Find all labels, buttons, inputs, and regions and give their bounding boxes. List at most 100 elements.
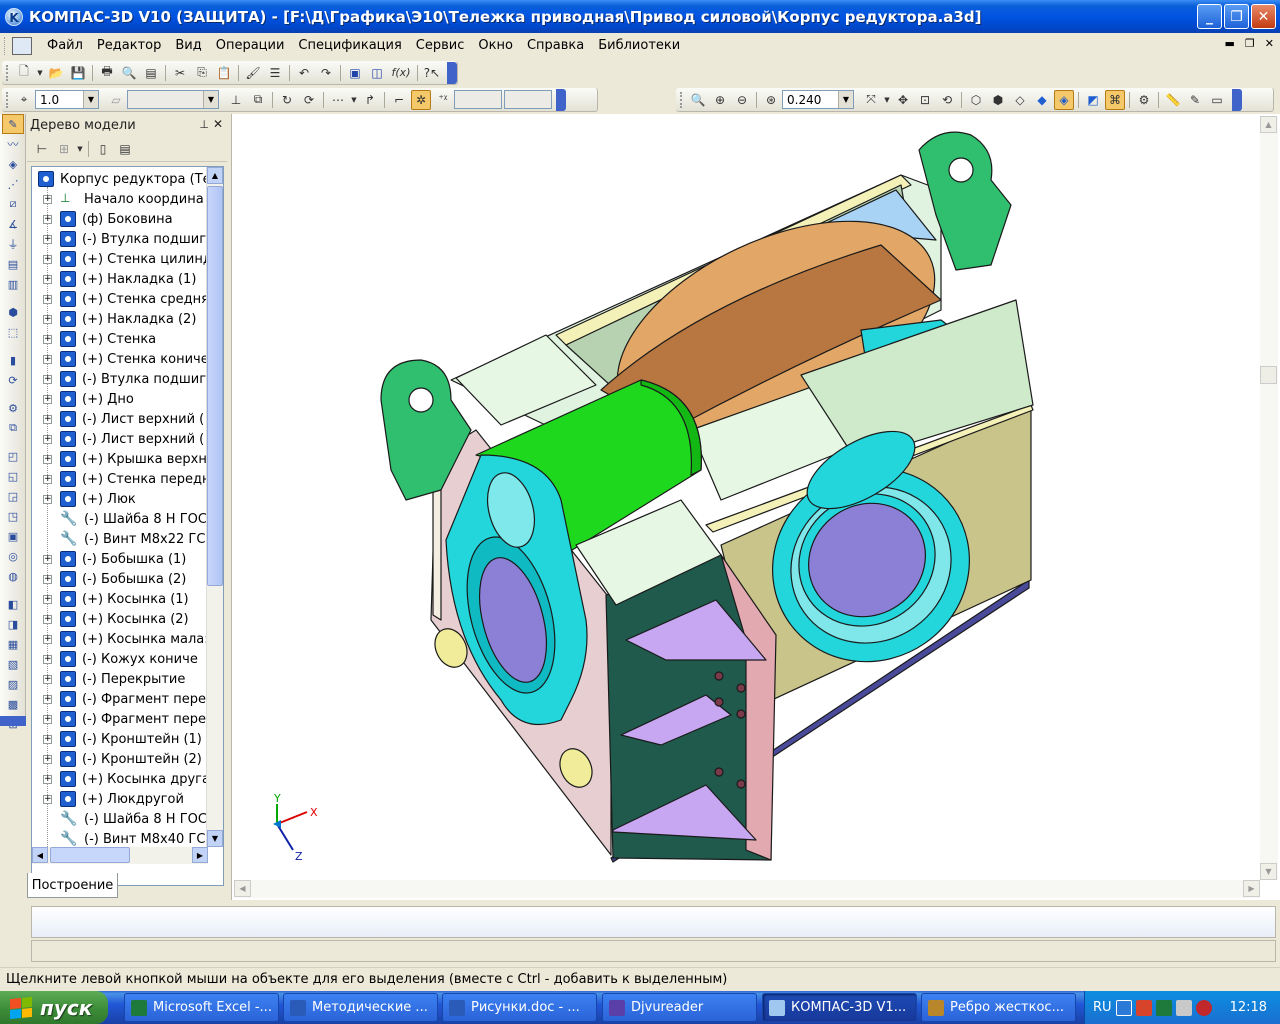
tree-item[interactable]: + (ф) Боковина	[43, 209, 173, 229]
dropdown-arrow-icon[interactable]: ▼	[883, 90, 891, 110]
tree-item[interactable]: + (+) Косынка (2)	[43, 609, 189, 629]
menu-help[interactable]: Справка	[520, 36, 591, 55]
dropdown-arrow-icon[interactable]: ▼	[350, 90, 358, 110]
rotate-view-icon[interactable]: ⟲	[937, 90, 957, 110]
expand-icon[interactable]: +	[43, 494, 52, 504]
tree-item[interactable]: + (-) Лист верхний (	[43, 409, 204, 429]
tree-item[interactable]: + (-) Фрагмент пере	[43, 689, 206, 709]
toolbar-grip[interactable]	[680, 91, 683, 108]
toolbar-options-handle[interactable]	[0, 716, 26, 726]
expand-icon[interactable]: +	[43, 734, 52, 744]
save-icon[interactable]: 💾	[68, 63, 88, 83]
select-filter-icon[interactable]: ⌘	[1105, 89, 1125, 110]
expand-icon[interactable]: +	[43, 754, 52, 764]
snap-icon[interactable]: ✲	[411, 89, 431, 110]
menu-grip[interactable]	[4, 36, 8, 55]
list-icon[interactable]: ☰	[265, 63, 285, 83]
expand-icon[interactable]: +	[43, 394, 52, 404]
coord-x-field[interactable]	[454, 90, 502, 109]
doc-minimize-button[interactable]: ▬	[1225, 37, 1235, 50]
extrude-icon[interactable]: ▮	[2, 350, 24, 370]
toolbar-options-handle[interactable]	[447, 61, 457, 84]
scroll-down-icon[interactable]: ▼	[1260, 863, 1277, 880]
taskbar-button[interactable]: Рисунки.doc - ...	[442, 993, 597, 1022]
shell-icon[interactable]: ◰	[2, 446, 24, 466]
model-viewport[interactable]: X Y Z ▲ ▼ ◀ ▶	[231, 114, 1280, 900]
chevron-down-icon[interactable]: ▼	[83, 91, 98, 108]
pattern-icon[interactable]: ▦	[2, 634, 24, 654]
layer-combo[interactable]: ▼	[127, 90, 219, 109]
tree-item[interactable]: + (+) Дно	[43, 389, 134, 409]
tree-order-icon[interactable]: ⊢	[32, 139, 52, 159]
tree-item[interactable]: + (-) Кожух кониче	[43, 649, 198, 669]
expand-icon[interactable]: +	[43, 614, 52, 624]
gearbox-housing-model[interactable]: X Y Z	[232, 114, 1280, 900]
open-folder-icon[interactable]: 📂	[46, 63, 66, 83]
chamfer-icon[interactable]: ▣	[2, 526, 24, 546]
ortho-mode-icon[interactable]: ⌐	[389, 90, 409, 110]
tree-item[interactable]: + (+) Косынка (1)	[43, 589, 189, 609]
ortho-icon[interactable]: ↱	[360, 90, 380, 110]
scroll-right-icon[interactable]: ▶	[192, 847, 208, 863]
doc-close-button[interactable]: ✕	[1265, 37, 1274, 50]
section-icon[interactable]: ◧	[2, 594, 24, 614]
cube-icon[interactable]: ◱	[2, 466, 24, 486]
coord-y-field[interactable]	[504, 90, 552, 109]
tree-item[interactable]: + (-) Бобышка (1)	[43, 549, 186, 569]
expand-icon[interactable]: +	[43, 314, 52, 324]
help-tray-icon[interactable]	[1115, 999, 1132, 1016]
expand-icon[interactable]: +	[43, 374, 52, 384]
expand-icon[interactable]: +	[43, 634, 52, 644]
zoom-scale-icon[interactable]: ⊛	[761, 90, 781, 110]
new-document-icon[interactable]: 🗋	[14, 63, 34, 83]
expand-icon[interactable]: +	[43, 454, 52, 464]
expand-icon[interactable]: +	[43, 654, 52, 664]
assembly-icon[interactable]: ⚙	[2, 398, 24, 418]
tree-item[interactable]: + (+) Косынка мала:	[43, 629, 209, 649]
surfaces-icon[interactable]: ◈	[2, 154, 24, 174]
expand-icon[interactable]: +	[43, 334, 52, 344]
tree-item[interactable]: 🔧 (-) Винт М8х40 ГС	[43, 829, 205, 849]
toolbar-grip[interactable]	[6, 91, 9, 108]
hole-icon[interactable]: ◎	[2, 546, 24, 566]
menu-libraries[interactable]: Библиотеки	[591, 36, 687, 55]
taskbar-button[interactable]: Microsoft Excel -...	[124, 993, 279, 1022]
rib-icon[interactable]: ◍	[2, 566, 24, 586]
menu-service[interactable]: Сервис	[409, 36, 472, 55]
monitor-icon[interactable]: ▭	[1207, 90, 1227, 110]
expand-icon[interactable]: +	[43, 234, 52, 244]
tree-item[interactable]: + ⊥ Начало координа	[43, 189, 204, 209]
scroll-thumb[interactable]	[207, 186, 223, 586]
insert-icon[interactable]: ▨	[2, 674, 24, 694]
context-help-icon[interactable]: ?↖	[422, 63, 442, 83]
taskbar-button[interactable]: Djvureader	[602, 993, 757, 1022]
rotate-body-icon[interactable]: ⟳	[2, 370, 24, 390]
measure-icon[interactable]: 📏	[1163, 90, 1183, 110]
expand-icon[interactable]: +	[43, 674, 52, 684]
expand-icon[interactable]: +	[43, 414, 52, 424]
toolbar-grip[interactable]	[6, 64, 9, 81]
scroll-thumb[interactable]	[1260, 366, 1277, 384]
mate-icon[interactable]: ⧉	[2, 418, 24, 438]
cube-cut-icon[interactable]: ◲	[2, 486, 24, 506]
curves-icon[interactable]: 〰	[2, 134, 24, 154]
expand-icon[interactable]: +	[43, 254, 52, 264]
clock[interactable]: 12:18	[1230, 1000, 1267, 1015]
minimize-button[interactable]: _	[1197, 4, 1222, 29]
shaded-icon[interactable]: ◆	[1032, 90, 1052, 110]
security-tray-icon[interactable]	[1135, 999, 1152, 1016]
orientation-icon[interactable]: ↻	[277, 90, 297, 110]
dropdown-arrow-icon[interactable]: ▼	[76, 139, 84, 159]
network-tray-icon[interactable]	[1175, 999, 1192, 1016]
reports-icon[interactable]: ▥	[2, 274, 24, 294]
expand-icon[interactable]: +	[43, 474, 52, 484]
paste-icon[interactable]: 📋	[214, 63, 234, 83]
variables-button[interactable]: f(x)	[389, 63, 413, 83]
chevron-down-icon[interactable]: ▼	[838, 91, 853, 108]
expand-icon[interactable]: +	[43, 434, 52, 444]
taskbar-button[interactable]: Методические ...	[283, 993, 438, 1022]
viewport-horizontal-scrollbar[interactable]: ◀ ▶	[234, 880, 1260, 898]
fillet-icon[interactable]: ◳	[2, 506, 24, 526]
start-button[interactable]: пуск	[0, 991, 108, 1024]
print-icon[interactable]: 🖶	[97, 63, 117, 83]
